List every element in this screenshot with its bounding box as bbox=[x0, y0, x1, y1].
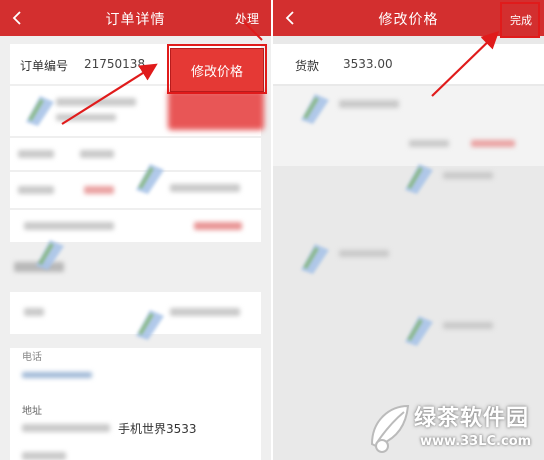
contact-card: 电话 地址 手机世界3533 bbox=[10, 348, 261, 460]
blurred-text bbox=[84, 186, 114, 194]
blurred-text bbox=[170, 308, 240, 316]
phone-label: 电话 bbox=[22, 352, 42, 363]
blurred-text bbox=[56, 98, 136, 106]
watermark-url: www.33LC.com bbox=[420, 434, 532, 449]
blurred-text bbox=[18, 150, 54, 158]
price-input[interactable]: 3533.00 bbox=[343, 57, 393, 71]
modify-price-screen: 修改价格 完成 货款 3533.00 bbox=[273, 0, 544, 460]
blurred-logo-icon bbox=[301, 244, 329, 274]
blurred-logo-icon bbox=[301, 94, 329, 124]
blurred-text bbox=[409, 140, 449, 147]
blurred-text bbox=[170, 184, 240, 192]
blurred-text bbox=[24, 222, 114, 230]
address-label: 地址 bbox=[22, 406, 42, 417]
blurred-text bbox=[24, 308, 44, 316]
blurred-logo-icon bbox=[36, 240, 64, 270]
highlight-box bbox=[500, 2, 540, 38]
blurred-logo-icon bbox=[26, 96, 54, 126]
order-number-label: 订单编号 bbox=[20, 59, 69, 73]
order-detail-header: 订单详情 处理 bbox=[0, 0, 271, 36]
blurred-logo-icon bbox=[405, 316, 433, 346]
blurred-text bbox=[194, 222, 242, 230]
phone-value-blurred bbox=[22, 372, 92, 378]
watermark: 绿茶软件园 www.33LC.com bbox=[362, 394, 544, 460]
blurred-text bbox=[80, 150, 114, 158]
process-button[interactable]: 处理 bbox=[235, 10, 259, 27]
price-label: 货款 bbox=[295, 59, 320, 73]
blurred-red-button bbox=[168, 90, 264, 130]
watermark-leaf-icon bbox=[370, 404, 410, 453]
blurred-text bbox=[443, 172, 493, 179]
blurred-logo-icon bbox=[136, 164, 164, 194]
address-blurred bbox=[22, 424, 110, 432]
blurred-text bbox=[22, 452, 66, 460]
blurred-text bbox=[339, 100, 399, 108]
blurred-text bbox=[443, 322, 493, 329]
blurred-text bbox=[18, 186, 54, 194]
blurred-text bbox=[56, 114, 116, 121]
blurred-text bbox=[339, 250, 389, 257]
page-title: 订单详情 bbox=[105, 12, 166, 28]
blurred-text bbox=[471, 140, 515, 147]
watermark-text: 绿茶软件园 bbox=[414, 406, 530, 431]
blurred-logo-icon bbox=[405, 164, 433, 194]
order-number-value: 21750138 bbox=[84, 57, 146, 71]
address-value: 手机世界3533 bbox=[118, 422, 197, 436]
blurred-logo-icon bbox=[136, 310, 164, 340]
price-row: 货款 3533.00 bbox=[273, 44, 544, 84]
highlight-box bbox=[167, 44, 267, 94]
